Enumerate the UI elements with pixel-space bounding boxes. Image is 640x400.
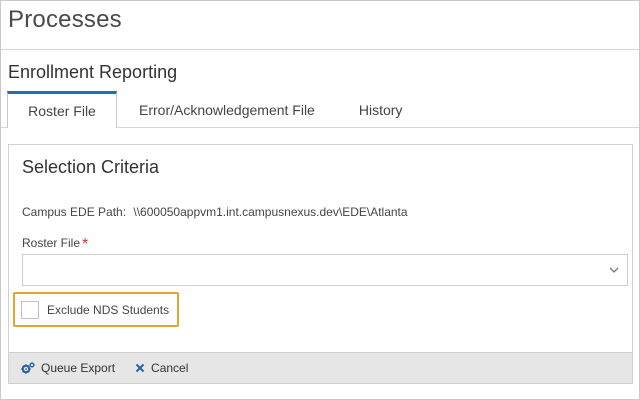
roster-file-label-text: Roster File — [22, 236, 81, 250]
panel-title: Selection Criteria — [22, 157, 160, 177]
cancel-label: Cancel — [151, 361, 189, 375]
section-title: Enrollment Reporting — [8, 62, 178, 82]
campus-path-row: Campus EDE Path: \\600050appvm1.int.camp… — [22, 205, 408, 219]
queue-export-button[interactable]: Queue Export — [21, 361, 115, 375]
required-marker: * — [82, 236, 89, 253]
gears-icon — [21, 361, 35, 374]
page-header: Processes — [1, 1, 639, 50]
exclude-nds-students-label: Exclude NDS Students — [47, 302, 170, 317]
chevron-down-icon — [609, 267, 619, 273]
app-window: Processes Enrollment Reporting Roster Fi… — [0, 0, 640, 400]
queue-export-label: Queue Export — [41, 361, 116, 375]
campus-path-label: Campus EDE Path: — [22, 205, 127, 219]
roster-file-select[interactable] — [22, 254, 628, 286]
roster-file-label: Roster File * — [22, 234, 89, 253]
page-title: Processes — [8, 6, 122, 33]
tab-history[interactable]: History — [337, 91, 425, 128]
campus-path-value: \\600050appvm1.int.campusnexus.dev\EDE\A… — [133, 205, 408, 219]
selection-criteria-panel: Selection Criteria Campus EDE Path: \\60… — [8, 144, 633, 384]
tab-roster-file[interactable]: Roster File — [7, 91, 117, 128]
panel-footer: Queue Export Cancel — [9, 352, 632, 383]
exclude-nds-students-checkbox[interactable] — [21, 300, 39, 319]
x-icon — [135, 363, 145, 373]
exclude-nds-students-option[interactable]: Exclude NDS Students — [13, 292, 179, 327]
tab-bar: Roster File Error/Acknowledgement File H… — [7, 91, 424, 128]
cancel-button[interactable]: Cancel — [135, 361, 188, 375]
tab-error-acknowledgement-file[interactable]: Error/Acknowledgement File — [117, 91, 337, 128]
